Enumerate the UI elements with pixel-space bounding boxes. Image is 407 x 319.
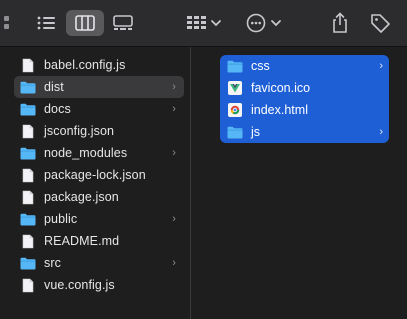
folder-icon [20, 79, 36, 95]
document-icon [20, 123, 36, 139]
share-icon[interactable] [329, 10, 351, 36]
list-item[interactable]: css › [220, 55, 389, 77]
item-label: js [251, 125, 261, 139]
folder-icon [20, 145, 36, 161]
item-label: README.md [44, 234, 120, 248]
folder-icon [20, 211, 36, 227]
chevron-right-icon: › [172, 81, 176, 93]
list-item[interactable]: babel.config.js [14, 54, 184, 76]
finder-toolbar [0, 0, 407, 46]
chevron-right-icon: › [172, 103, 176, 115]
list-item[interactable]: jsconfig.json [14, 120, 184, 142]
column-view-icon[interactable] [66, 10, 104, 36]
list-item[interactable]: package-lock.json [14, 164, 184, 186]
item-label: node_modules [44, 146, 128, 160]
chevron-right-icon: › [379, 126, 383, 138]
item-label: jsconfig.json [44, 124, 115, 138]
item-label: index.html [251, 103, 308, 117]
item-label: src [44, 256, 61, 270]
chevron-right-icon: › [172, 213, 176, 225]
document-icon [20, 233, 36, 249]
folder-icon [20, 255, 36, 271]
item-label: public [44, 212, 78, 226]
folder-icon [227, 124, 243, 140]
item-label: babel.config.js [44, 58, 126, 72]
list-item[interactable]: index.html [220, 99, 389, 121]
chrome-html-icon [227, 102, 243, 118]
folder-icon [20, 101, 36, 117]
item-label: favicon.ico [251, 81, 311, 95]
list-item[interactable]: README.md [14, 230, 184, 252]
document-icon [20, 189, 36, 205]
tag-icon[interactable] [368, 10, 392, 36]
document-icon [20, 277, 36, 293]
item-label: dist [44, 80, 64, 94]
chevron-right-icon: › [172, 257, 176, 269]
list-item[interactable]: package.json [14, 186, 184, 208]
document-icon [20, 57, 36, 73]
list-item[interactable]: favicon.ico [220, 77, 389, 99]
gallery-view-icon[interactable] [109, 13, 137, 33]
list-item[interactable]: vue.config.js [14, 274, 184, 296]
folder-icon [227, 58, 243, 74]
item-label: docs [44, 102, 71, 116]
item-label: css [251, 59, 270, 73]
item-label: vue.config.js [44, 278, 115, 292]
list-view-icon[interactable] [33, 13, 59, 33]
chevron-right-icon: › [172, 147, 176, 159]
group-menu-icon[interactable] [184, 13, 224, 33]
action-menu-icon[interactable] [244, 11, 284, 35]
list-item[interactable]: src › [14, 252, 184, 274]
document-icon [20, 167, 36, 183]
list-item-selected[interactable]: dist › [14, 76, 184, 98]
list-item[interactable]: js › [220, 121, 389, 143]
list-item[interactable]: public › [14, 208, 184, 230]
item-label: package-lock.json [44, 168, 146, 182]
list-item[interactable]: docs › [14, 98, 184, 120]
list-item[interactable]: node_modules › [14, 142, 184, 164]
vue-logo-icon [227, 80, 243, 96]
item-label: package.json [44, 190, 119, 204]
chevron-right-icon: › [379, 60, 383, 72]
icon-view-icon[interactable] [2, 13, 20, 33]
